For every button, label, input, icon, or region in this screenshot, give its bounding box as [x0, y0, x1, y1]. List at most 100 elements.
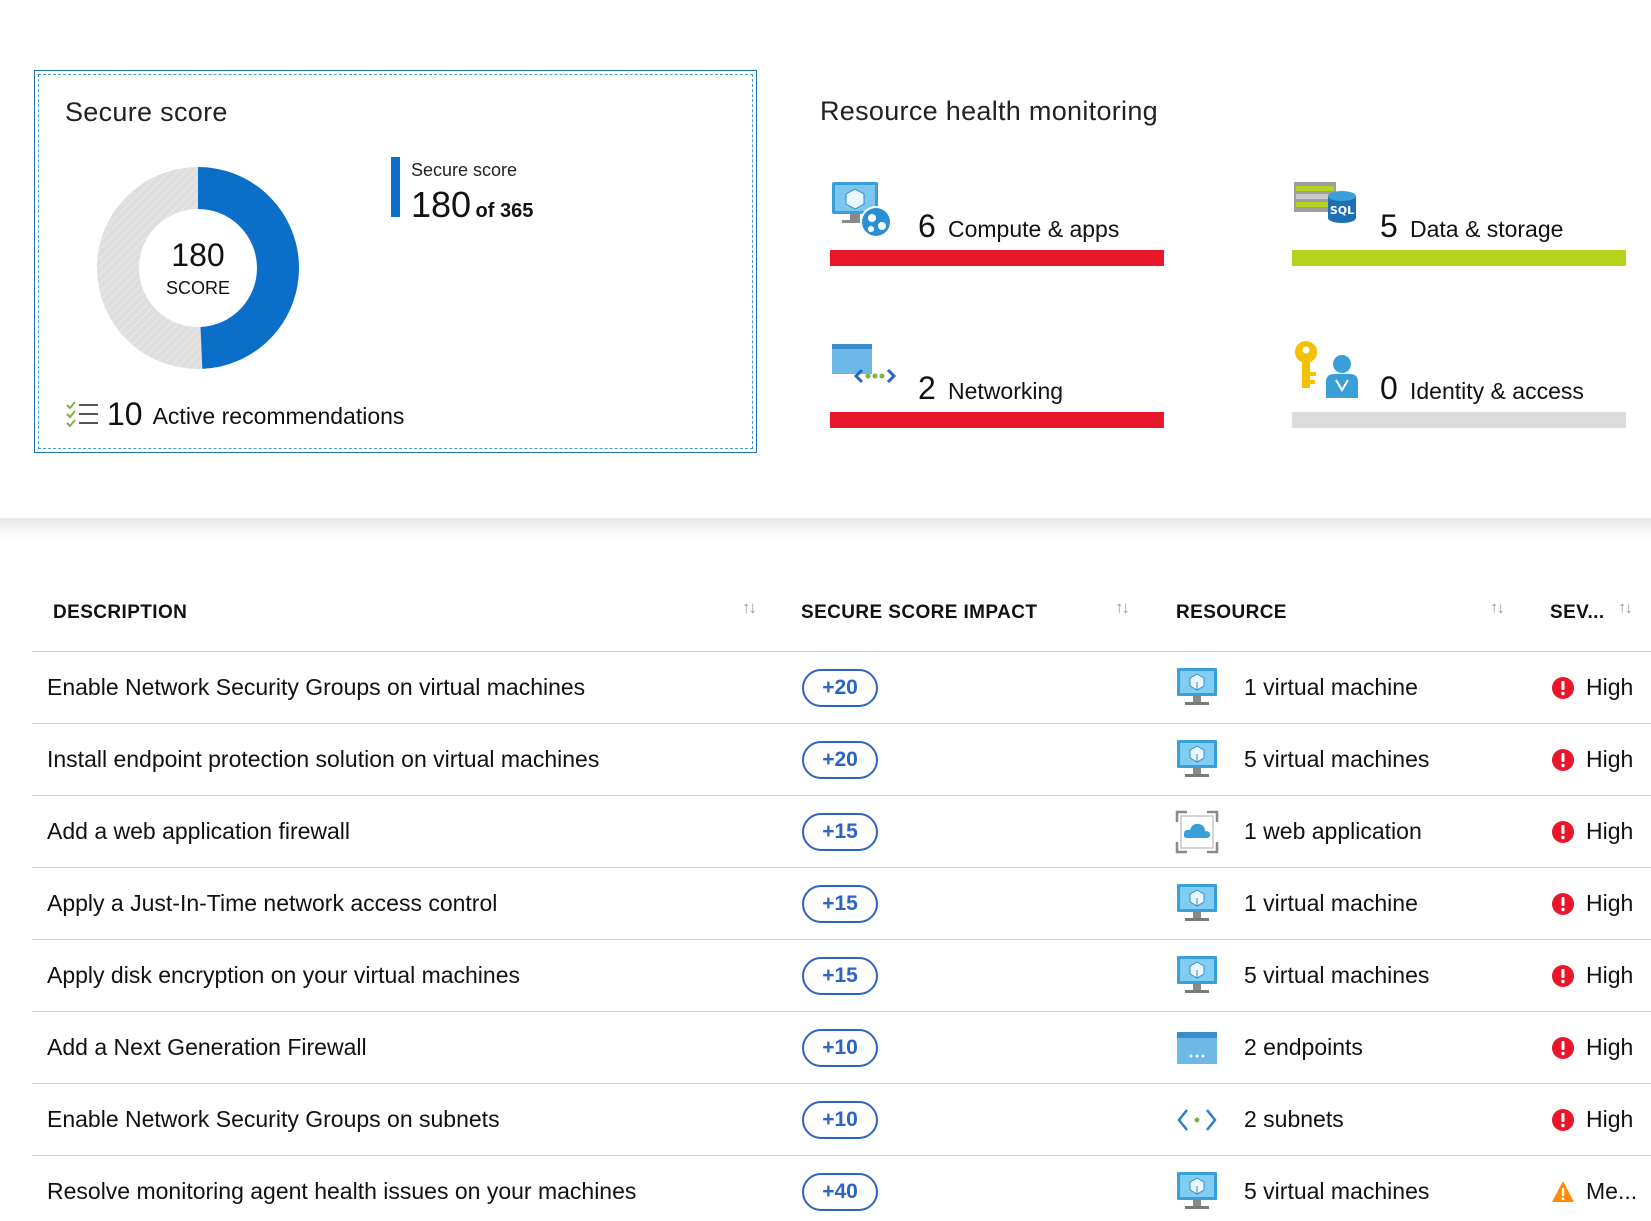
recommendation-description: Add a web application firewall: [47, 818, 351, 844]
tile-compute-apps[interactable]: 6 Compute & apps: [826, 178, 1164, 298]
score-impact-badge: +15: [802, 813, 878, 851]
table-row[interactable]: Add a Next Generation Firewall +10 2 end…: [32, 1012, 1651, 1084]
networking-health-bar: [830, 412, 1164, 428]
virtual-machine-icon: [1175, 1170, 1219, 1214]
severity-label: High: [1586, 1106, 1634, 1132]
recommendation-description: Resolve monitoring agent health issues o…: [47, 1178, 637, 1204]
table-header: DESCRIPTION ↑↓ SECURE SCORE IMPACT ↑↓ RE…: [32, 580, 1651, 652]
tile-networking[interactable]: 2 Networking: [826, 340, 1164, 460]
column-header-severity[interactable]: SEV...: [1550, 602, 1605, 624]
compute-apps-icon: [832, 182, 892, 238]
sort-severity-icon[interactable]: ↑↓: [1618, 598, 1633, 618]
data-storage-icon: SQL: [1294, 182, 1356, 223]
resource-count[interactable]: 1 virtual machine: [1244, 674, 1418, 701]
severity-label: High: [1586, 1034, 1634, 1060]
table-row[interactable]: Apply a Just-In-Time network access cont…: [32, 868, 1651, 940]
resource-count[interactable]: 5 virtual machines: [1244, 962, 1429, 989]
compute-apps-count: 6: [918, 208, 936, 244]
recommendation-description: Apply disk encryption on your virtual ma…: [47, 962, 521, 988]
severity-label: Me...: [1586, 1178, 1638, 1204]
donut-score-value: 180: [171, 237, 225, 273]
medium-severity-icon: [1551, 1180, 1575, 1204]
score-impact-badge: +15: [802, 885, 878, 923]
secure-score-title: Secure score: [65, 97, 228, 127]
high-severity-icon: [1551, 1108, 1575, 1132]
active-recommendations[interactable]: 10 Active recommendations: [65, 397, 404, 430]
recommendation-description: Install endpoint protection solution on …: [47, 746, 600, 772]
identity-access-health-bar: [1292, 412, 1626, 428]
recommendation-description: Apply a Just-In-Time network access cont…: [47, 890, 498, 916]
virtual-machine-icon: [1175, 738, 1219, 782]
recommendation-description: Enable Network Security Groups on virtua…: [47, 674, 586, 700]
identity-access-label: Identity & access: [1410, 378, 1584, 404]
identity-access-count: 0: [1380, 370, 1398, 406]
virtual-machine-icon: [1175, 666, 1219, 710]
sort-description-icon[interactable]: ↑↓: [742, 598, 757, 618]
table-row[interactable]: Install endpoint protection solution on …: [32, 724, 1651, 796]
severity-label: High: [1586, 746, 1634, 772]
data-storage-label: Data & storage: [1410, 216, 1564, 242]
table-body: Enable Network Security Groups on virtua…: [32, 652, 1651, 1221]
score-impact-badge: +20: [802, 669, 878, 707]
data-storage-count: 5: [1380, 208, 1398, 244]
score-impact-badge: +15: [802, 957, 878, 995]
recommendation-description: Enable Network Security Groups on subnet…: [47, 1106, 500, 1132]
column-header-resource[interactable]: RESOURCE: [1176, 602, 1287, 624]
resource-count[interactable]: 2 endpoints: [1244, 1034, 1363, 1061]
networking-label: Networking: [948, 378, 1064, 404]
overview-panel: Secure score 180 SCORE Secure score 180 …: [0, 0, 1651, 520]
high-severity-icon: [1551, 892, 1575, 916]
legend-label: Secure score: [411, 160, 518, 180]
column-header-impact[interactable]: SECURE SCORE IMPACT: [801, 602, 1037, 624]
endpoint-icon: [1175, 1026, 1219, 1070]
data-storage-health-bar: [1292, 250, 1626, 266]
networking-icon: [832, 344, 896, 384]
resource-count[interactable]: 2 subnets: [1244, 1106, 1344, 1133]
severity-label: High: [1586, 674, 1634, 700]
score-impact-badge: +40: [802, 1173, 878, 1211]
high-severity-icon: [1551, 748, 1575, 772]
high-severity-icon: [1551, 820, 1575, 844]
table-row[interactable]: Add a web application firewall +15 1 web…: [32, 796, 1651, 868]
secure-score-card[interactable]: Secure score 180 SCORE Secure score 180 …: [34, 70, 757, 453]
tile-data-storage[interactable]: SQL 5 Data & storage: [1288, 178, 1626, 298]
resource-health-title: Resource health monitoring: [820, 96, 1158, 126]
legend-color-bar: [391, 157, 400, 217]
identity-access-icon: [1295, 341, 1358, 398]
tile-identity-access[interactable]: 0 Identity & access: [1288, 340, 1626, 460]
virtual-machine-icon: [1175, 954, 1219, 998]
table-row[interactable]: Resolve monitoring agent health issues o…: [32, 1156, 1651, 1221]
section-divider: [0, 518, 1651, 540]
virtual-machine-icon: [1175, 882, 1219, 926]
column-header-description[interactable]: DESCRIPTION: [53, 602, 187, 624]
sort-resource-icon[interactable]: ↑↓: [1490, 598, 1505, 618]
table-row[interactable]: Apply disk encryption on your virtual ma…: [32, 940, 1651, 1012]
recommendations-table: DESCRIPTION ↑↓ SECURE SCORE IMPACT ↑↓ RE…: [32, 580, 1651, 1221]
donut-center: 180 SCORE: [97, 167, 299, 369]
secure-score-legend: Secure score 180 of 365: [391, 157, 533, 223]
checklist-icon: [66, 400, 98, 427]
web-application-icon: [1175, 810, 1219, 854]
high-severity-icon: [1551, 1036, 1575, 1060]
resource-count[interactable]: 1 web application: [1244, 818, 1422, 845]
security-center-overview: Secure score 180 SCORE Secure score 180 …: [0, 0, 1651, 1221]
table-row[interactable]: Enable Network Security Groups on subnet…: [32, 1084, 1651, 1156]
legend-value: 180 of 365: [411, 187, 533, 223]
high-severity-icon: [1551, 676, 1575, 700]
table-row[interactable]: Enable Network Security Groups on virtua…: [32, 652, 1651, 724]
score-impact-badge: +10: [802, 1101, 878, 1139]
score-impact-badge: +10: [802, 1029, 878, 1067]
resource-count[interactable]: 1 virtual machine: [1244, 890, 1418, 917]
recommendation-description: Add a Next Generation Firewall: [47, 1034, 367, 1060]
legend-max: of 365: [475, 200, 534, 222]
resource-count[interactable]: 5 virtual machines: [1244, 1178, 1429, 1205]
svg-text:SQL: SQL: [1330, 204, 1354, 217]
active-recommendations-count: 10: [107, 395, 143, 432]
severity-label: High: [1586, 818, 1634, 844]
resource-count[interactable]: 5 virtual machines: [1244, 746, 1429, 773]
sort-impact-icon[interactable]: ↑↓: [1115, 598, 1130, 618]
donut-score-caption: SCORE: [165, 278, 230, 298]
score-impact-badge: +20: [802, 741, 878, 779]
networking-count: 2: [918, 370, 936, 406]
active-recommendations-label: Active recommendations: [152, 403, 405, 429]
